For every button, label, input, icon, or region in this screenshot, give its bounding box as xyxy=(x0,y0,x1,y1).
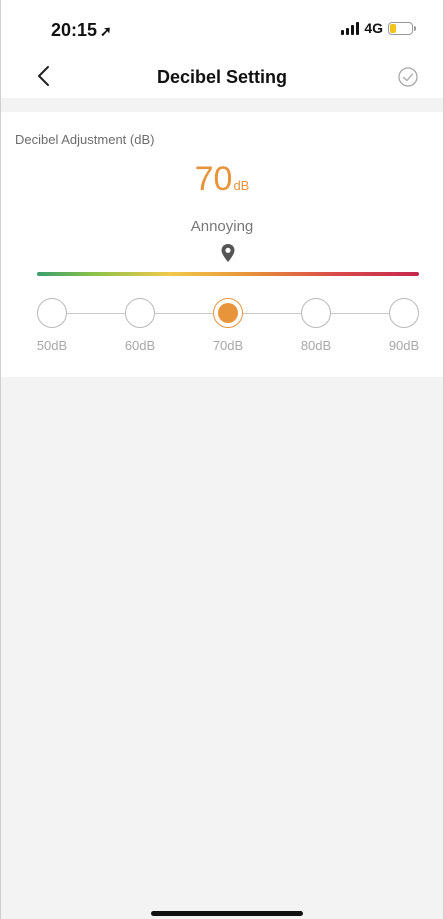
page-title: Decibel Setting xyxy=(156,66,288,87)
step-connector xyxy=(243,313,301,314)
noise-level-name: Annoying xyxy=(190,218,254,235)
check-circle-icon xyxy=(398,67,418,87)
step-connector xyxy=(331,313,389,314)
nav-bar: Decibel Setting xyxy=(1,56,443,98)
step-connector xyxy=(155,313,213,314)
clock-text: 20:15 xyxy=(51,20,98,40)
step-label: 60dB xyxy=(124,338,156,353)
step-label: 90dB xyxy=(388,338,420,353)
chevron-left-icon xyxy=(38,66,49,86)
battery-icon xyxy=(388,21,416,35)
step-80db[interactable] xyxy=(301,298,331,328)
decibel-gradient-bar xyxy=(37,272,419,276)
decibel-value-display: 70dB xyxy=(1,160,443,199)
decibel-card: Decibel Adjustment (dB) 70dB Annoying 50… xyxy=(1,112,443,377)
decibel-value: 70 xyxy=(194,160,233,198)
step-connector xyxy=(67,313,125,314)
decibel-unit: dB xyxy=(233,178,250,193)
step-label: 80dB xyxy=(300,338,332,353)
step-label: 70dB xyxy=(212,338,244,353)
status-indicators: 4G xyxy=(341,20,416,36)
location-arrow-icon: ➚ xyxy=(100,23,112,39)
selected-dot xyxy=(218,303,238,323)
status-bar: 20:15 ➚ 4G xyxy=(1,0,443,56)
step-label: 50dB xyxy=(36,338,68,353)
signal-icon xyxy=(341,21,360,35)
step-60db[interactable] xyxy=(125,298,155,328)
step-70db[interactable] xyxy=(213,298,243,328)
confirm-button[interactable] xyxy=(395,64,421,90)
step-50db[interactable] xyxy=(37,298,67,328)
status-time: 20:15 ➚ xyxy=(51,20,112,41)
network-type: 4G xyxy=(364,20,383,36)
location-pin-icon xyxy=(221,244,235,262)
app-screen: 20:15 ➚ 4G Decibel Setting Decibel Adjus… xyxy=(0,0,444,919)
section-label: Decibel Adjustment (dB) xyxy=(15,132,155,147)
home-indicator xyxy=(151,911,303,916)
back-button[interactable] xyxy=(29,62,57,90)
decibel-step-selector xyxy=(37,298,419,328)
step-labels: 50dB 60dB 70dB 80dB 90dB xyxy=(1,338,443,356)
step-90db[interactable] xyxy=(389,298,419,328)
